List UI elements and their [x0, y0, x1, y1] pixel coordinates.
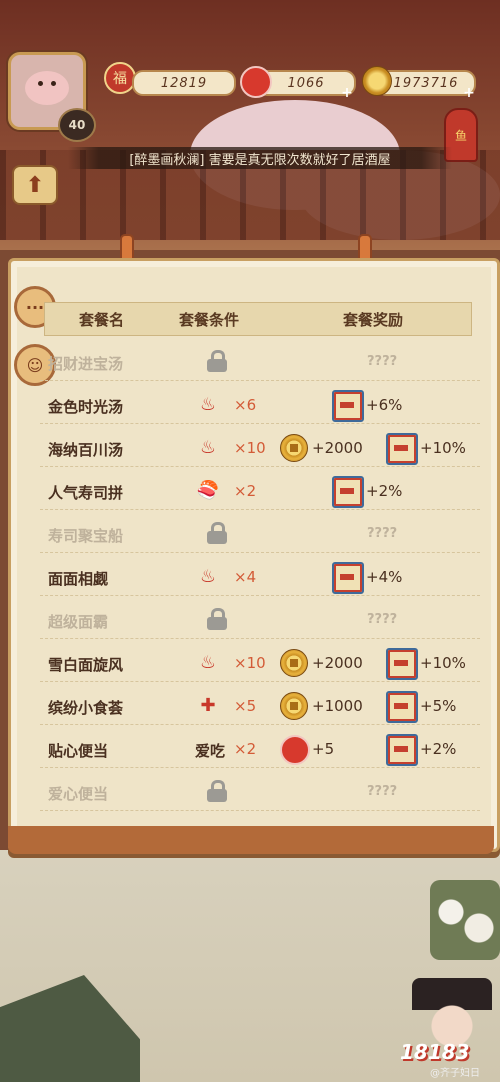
bonus-reward: +2%: [420, 740, 457, 758]
reward-scroll-icon: [386, 433, 418, 465]
coin-icon: [362, 66, 392, 96]
lock-icon: [206, 608, 228, 630]
reward-scroll-icon: [386, 648, 418, 680]
sushi-icon: 🍣: [196, 479, 220, 501]
hidden-reward: ????: [367, 612, 398, 627]
bonus-reward: +10%: [420, 439, 466, 457]
header-name: 套餐名: [79, 310, 125, 329]
noodle-icon: ♨: [199, 651, 217, 673]
player-level-badge: 40: [58, 108, 96, 142]
coin-reward: +2000: [312, 654, 363, 672]
reward-scroll-icon: [332, 476, 364, 508]
coin-value: 1973716: [393, 75, 459, 91]
ticket-icon: [280, 735, 310, 765]
combo-row: 贴心便当 爱吃 ×2 +5 +2%: [40, 731, 480, 768]
combo-row: 爱心便当????: [40, 774, 480, 811]
bonus-reward: +10%: [420, 654, 466, 672]
condition-quantity: ×2: [234, 740, 257, 758]
score-bar: 12819: [132, 70, 236, 96]
combo-name: 贴心便当: [48, 742, 109, 760]
combo-row: 招财进宝汤????: [40, 344, 480, 381]
combo-name: 爱心便当: [48, 785, 109, 803]
lock-icon: [206, 522, 228, 544]
panel-base: [8, 826, 494, 854]
combo-row: 海纳百川汤 ♨ ×10 +2000 +10%: [40, 430, 480, 467]
avatar-face: [25, 71, 69, 105]
ticket-reward: +5: [312, 740, 335, 758]
arrow-up-button[interactable]: ⬆: [12, 165, 58, 205]
condition-quantity: ×10: [234, 654, 266, 672]
hidden-reward: ????: [367, 784, 398, 799]
lock-body: [207, 359, 227, 372]
combo-row: 人气寿司拼 🍣 ×2 +2%: [40, 473, 480, 510]
combo-name: 雪白面旋风: [48, 656, 124, 674]
skewer-icon: ✚: [200, 694, 216, 716]
combo-name: 金色时光汤: [48, 398, 124, 416]
combo-row: 金色时光汤 ♨ ×6 +6%: [40, 387, 480, 424]
combo-row: 寿司聚宝船????: [40, 516, 480, 553]
bonus-reward: +2%: [366, 482, 403, 500]
header-condition: 套餐条件: [179, 310, 240, 329]
reward-scroll-icon: [332, 562, 364, 594]
soup-bowl-icon: ♨: [199, 436, 217, 458]
noodle-icon: ♨: [199, 565, 217, 587]
ticket-icon: [240, 66, 272, 98]
lock-body: [207, 617, 227, 630]
combo-name: 缤纷小食荟: [48, 699, 124, 717]
lock-body: [207, 531, 227, 544]
combo-row: 面面相觑 ♨ ×4 +4%: [40, 559, 480, 596]
combo-row: 雪白面旋风 ♨ ×10 +2000 +10%: [40, 645, 480, 682]
coin-plus-button[interactable]: +: [462, 86, 476, 100]
header-reward: 套餐奖励: [343, 310, 404, 329]
combo-name: 招财进宝汤: [48, 355, 124, 373]
reward-scroll-icon: [332, 390, 364, 422]
coin-icon: [280, 692, 308, 720]
condition-quantity: ×10: [234, 439, 266, 457]
lock-icon: [206, 780, 228, 802]
watermark: @齐子妇日: [430, 1068, 480, 1079]
coin-icon: [280, 649, 308, 677]
lock-icon: [206, 350, 228, 372]
reward-scroll-icon: [386, 691, 418, 723]
coin-reward: +2000: [312, 439, 363, 457]
combo-name: 海纳百川汤: [48, 441, 124, 459]
combo-name: 人气寿司拼: [48, 484, 124, 502]
score-value: 12819: [160, 75, 208, 91]
avatar-eye: [38, 81, 43, 86]
ticket-value: 1066: [287, 75, 325, 91]
bonus-reward: +6%: [366, 396, 403, 414]
avatar-eye: [51, 81, 56, 86]
condition-quantity: ×5: [234, 697, 257, 715]
scrolling-banner: [醉墨画秋澜] 害要是真无限次数就好了居酒屋: [68, 147, 452, 169]
combo-name: 超级面霸: [48, 613, 109, 631]
condition-quantity: ×6: [234, 396, 257, 414]
ticket-plus-button[interactable]: +: [340, 86, 354, 100]
condition-text: 爱吃: [195, 742, 226, 760]
soup-bowl-icon: ♨: [199, 393, 217, 415]
flower-bush: [430, 880, 500, 960]
coin-icon: [280, 434, 308, 462]
combo-name: 寿司聚宝船: [48, 527, 124, 545]
combo-row: 超级面霸????: [40, 602, 480, 639]
reward-scroll-icon: [386, 734, 418, 766]
combo-name: 面面相觑: [48, 570, 109, 588]
bonus-reward: +4%: [366, 568, 403, 586]
bonus-reward: +5%: [420, 697, 457, 715]
hidden-reward: ????: [367, 354, 398, 369]
condition-quantity: ×4: [234, 568, 257, 586]
coin-reward: +1000: [312, 697, 363, 715]
table-header: 套餐名 套餐条件 套餐奖励: [44, 302, 472, 336]
lock-body: [207, 789, 227, 802]
condition-quantity: ×2: [234, 482, 257, 500]
hidden-reward: ????: [367, 526, 398, 541]
combo-row: 缤纷小食荟 ✚ ×5 +1000 +5%: [40, 688, 480, 725]
